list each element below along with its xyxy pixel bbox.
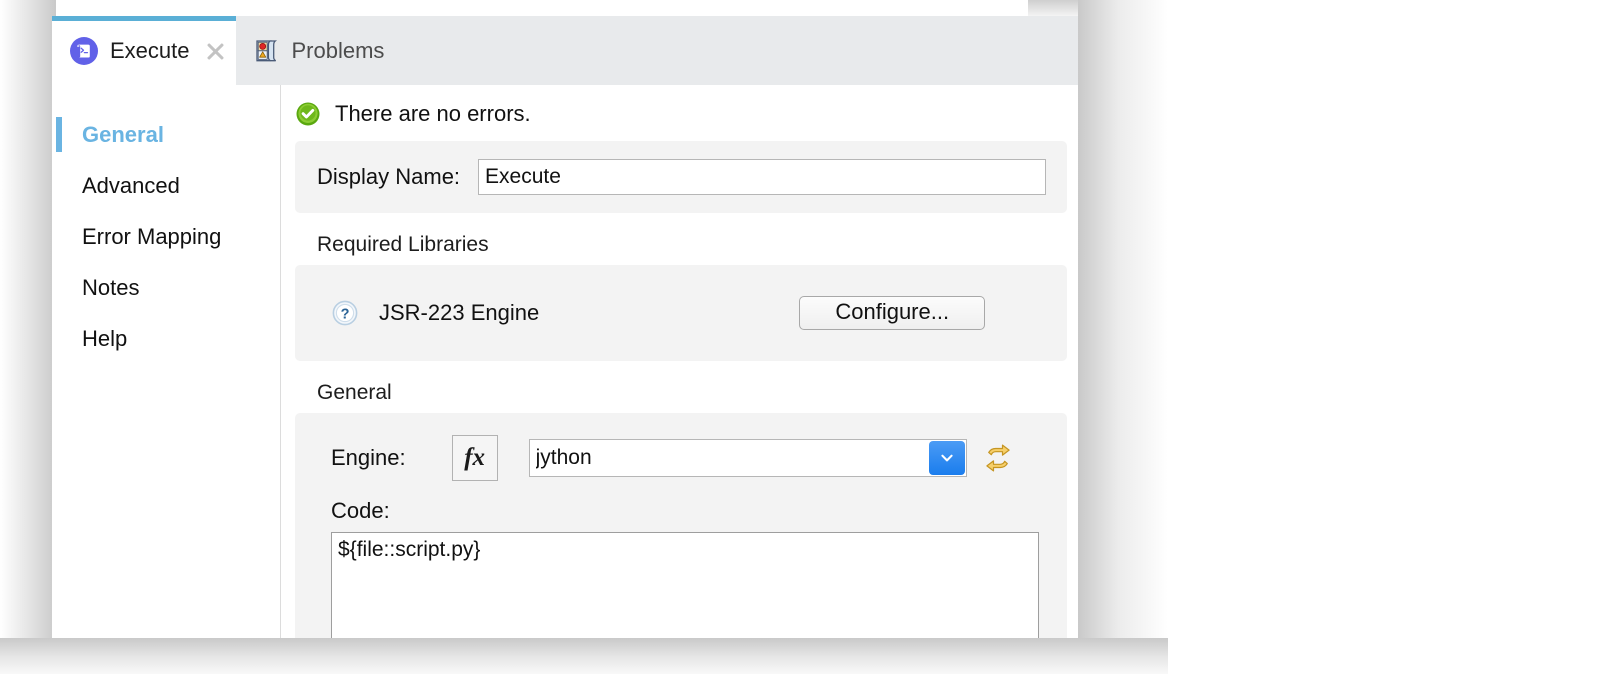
settings-content: There are no errors. Display Name: Requi… [281,85,1078,638]
status-row: There are no errors. [281,85,1078,141]
sidebar-item-help[interactable]: Help [52,313,280,364]
configure-button[interactable]: Configure... [799,296,985,330]
tab-problems-label: Problems [292,38,385,64]
library-name: JSR-223 Engine [379,300,539,326]
engine-combo-input[interactable] [530,440,929,476]
engine-label: Engine: [331,445,406,471]
help-question-icon[interactable]: ? [331,299,359,327]
script-icon [70,37,98,65]
fx-expression-button[interactable]: fx [452,435,498,481]
status-message: There are no errors. [335,101,531,127]
svg-text:?: ? [341,306,350,322]
close-icon[interactable] [204,40,226,62]
code-label: Code: [331,498,1067,524]
backdrop-shadow-right [1078,0,1168,674]
editor-window: Execute Problems General [52,16,1078,638]
required-libraries-title: Required Libraries [317,233,1078,257]
engine-row: Engine: fx [295,435,1067,481]
sidebar-item-error-mapping[interactable]: Error Mapping [52,211,280,262]
display-name-row: Display Name: [295,141,1067,213]
settings-sidebar: General Advanced Error Mapping Notes Hel… [52,85,280,638]
display-name-panel: Display Name: [295,141,1067,213]
required-libraries-panel: ? JSR-223 Engine Configure... [295,265,1067,361]
general-section-title: General [317,381,1078,405]
sidebar-item-label: Help [82,326,127,352]
problems-icon [254,38,280,64]
tab-strip: Execute Problems [52,16,1078,85]
window-body: General Advanced Error Mapping Notes Hel… [52,85,1078,638]
tab-problems[interactable]: Problems [236,16,403,85]
sidebar-item-notes[interactable]: Notes [52,262,280,313]
refresh-arrows-icon[interactable] [981,441,1015,475]
sidebar-item-label: Notes [82,275,139,301]
sidebar-item-advanced[interactable]: Advanced [52,160,280,211]
sidebar-item-label: Advanced [82,173,180,199]
library-row: ? JSR-223 Engine Configure... [295,265,1067,361]
display-name-input[interactable] [478,159,1046,195]
success-check-icon [295,101,321,127]
sidebar-item-label: General [82,122,164,148]
sidebar-item-label: Error Mapping [82,224,221,250]
tab-execute-label: Execute [110,38,190,64]
code-editor[interactable] [331,532,1039,638]
backdrop-shadow-left [0,0,56,674]
engine-combobox[interactable] [529,439,967,477]
chevron-down-icon[interactable] [929,441,965,475]
display-name-label: Display Name: [317,164,460,190]
general-panel: Engine: fx [295,413,1067,638]
backdrop-shadow-bottom [0,638,1168,674]
tab-execute[interactable]: Execute [52,16,236,85]
sidebar-item-general[interactable]: General [52,109,280,160]
